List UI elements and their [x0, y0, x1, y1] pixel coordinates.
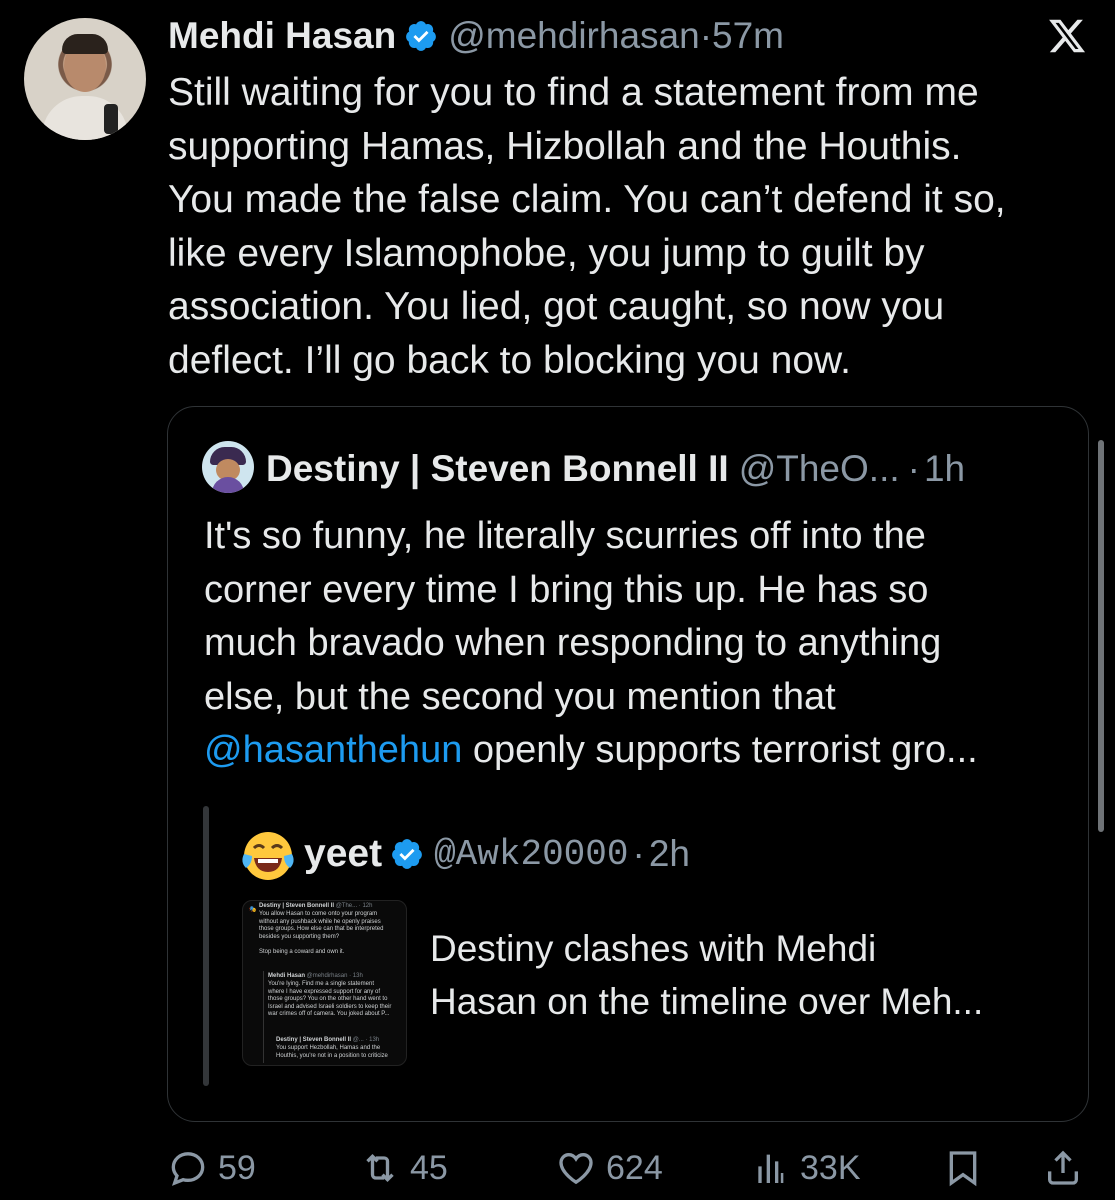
- quoted-tweet-body: It's so funny, he literally scurries off…: [204, 510, 1074, 778]
- nested-author-name: yeet: [304, 832, 383, 875]
- thumb-name-2: Mehdi Hasan: [268, 973, 306, 979]
- thumb-text-1: You allow Hasan to come onto your progra…: [259, 911, 384, 955]
- quoted-body-line: much bravado when responding to anything: [204, 622, 942, 664]
- thumb-name-1: Destiny | Steven Bonnell II: [259, 903, 335, 909]
- repost-icon: [366, 1153, 394, 1183]
- scrollbar[interactable]: [1098, 440, 1104, 832]
- quoted-author-avatar: [202, 441, 254, 493]
- repost-button[interactable]: 45: [360, 1140, 448, 1196]
- thumb-meta-1: @The... · 12h: [334, 903, 373, 909]
- thumb-text-3: You support Hezbollah, Hamas and the Hou…: [276, 1045, 388, 1059]
- tweet-body-line: supporting Hamas, Hizbollah and the Hout…: [168, 124, 962, 168]
- action-bar: 59 45 624 33K: [168, 1140, 1088, 1196]
- quoted-body-line: @hasanthehun openly supports terrorist g…: [204, 724, 1074, 778]
- quoted-body-line: It's so funny, he literally scurries off…: [204, 515, 926, 557]
- dot-separator: ·: [699, 15, 713, 56]
- nested-author-handle: @Awk20000: [434, 833, 629, 875]
- author-handle[interactable]: @mehdirhasan: [448, 15, 699, 57]
- like-button[interactable]: 624: [556, 1140, 663, 1196]
- link-card-title[interactable]: Destiny clashes with Mehdi Hasan on the …: [430, 922, 1070, 1028]
- views-icon: [758, 1154, 784, 1183]
- bookmark-button[interactable]: [943, 1140, 983, 1196]
- quoted-tweet-time: 1h: [923, 448, 966, 489]
- verified-badge-icon: [392, 839, 422, 869]
- author-name[interactable]: Mehdi Hasan: [168, 15, 396, 57]
- thumb-meta-3: @... · 13h: [351, 1037, 380, 1043]
- quoted-body-line: else, but the second you mention that: [204, 675, 836, 718]
- thumb-line2: Mehdi Hasan @mehdirhasan · 13h: [268, 973, 363, 981]
- mention-link[interactable]: @hasanthehun: [204, 729, 462, 771]
- card-title-line: Destiny clashes with Mehdi: [430, 928, 877, 969]
- nested-tweet-time: 2h: [648, 833, 690, 874]
- reply-button[interactable]: 59: [168, 1140, 256, 1196]
- thumb-text-2: You're lying. Find me a single statement…: [268, 981, 392, 1018]
- verified-badge-icon: [406, 21, 437, 51]
- thumb-line3: Destiny | Steven Bonnell II @... · 13h: [276, 1037, 379, 1045]
- link-card-thumbnail[interactable]: 🎭 Destiny | Steven Bonnell II @The... · …: [242, 900, 407, 1066]
- views-button[interactable]: 33K: [750, 1140, 861, 1196]
- x-logo-icon: [1049, 19, 1086, 53]
- heart-icon: [559, 1152, 593, 1185]
- thumb-avatar: 🎭: [249, 907, 257, 913]
- thumb-inner-quote: Mehdi Hasan @mehdirhasan · 13h You're ly…: [263, 971, 404, 1063]
- dot-separator: ·: [632, 833, 645, 874]
- author-avatar[interactable]: [24, 18, 146, 140]
- tweet-body-line: Still waiting for you to find a statemen…: [168, 71, 979, 114]
- tweet-time[interactable]: 57m: [712, 15, 784, 57]
- quoted-body-line: corner every time I bring this up. He ha…: [204, 568, 929, 611]
- quoted-tweet-header: Destiny | Steven Bonnell II @TheO... · 1…: [266, 446, 965, 492]
- thumb-meta-2: @mehdirhasan · 13h: [305, 973, 363, 979]
- tweet-body-line: deflect. I’ll go back to blocking you no…: [168, 338, 851, 382]
- thumb-name-3: Destiny | Steven Bonnell II: [276, 1037, 352, 1043]
- bookmark-icon: [949, 1151, 977, 1187]
- tears-of-joy-emoji-icon: [242, 832, 294, 880]
- like-count: 624: [606, 1148, 663, 1187]
- quoted-author-handle: @TheO...: [738, 448, 900, 489]
- views-count: 33K: [800, 1148, 861, 1187]
- reply-count: 59: [218, 1148, 256, 1187]
- tweet-body-line: association. You lied, got caught, so no…: [168, 285, 945, 328]
- tweet-body: Still waiting for you to find a statemen…: [168, 66, 1088, 387]
- card-title-line: Hasan on the timeline over Meh...: [430, 981, 984, 1022]
- dot-separator: ·: [907, 448, 920, 489]
- thumb-line1: Destiny | Steven Bonnell II @The... · 12…: [259, 903, 372, 911]
- share-button[interactable]: [1043, 1140, 1083, 1196]
- nested-quote-bar: [203, 806, 209, 1086]
- tweet-header: Mehdi Hasan @mehdirhasan · 57m: [168, 14, 784, 58]
- reply-icon: [171, 1152, 205, 1186]
- quoted-author-name: Destiny | Steven Bonnell II: [266, 448, 729, 489]
- tweet-body-line: like every Islamophobe, you jump to guil…: [168, 231, 925, 275]
- quoted-body-rest: openly supports terrorist gro...: [462, 729, 978, 771]
- nested-tweet-header: yeet @Awk20000 · 2h: [304, 828, 690, 880]
- tweet-body-line: You made the false claim. You can’t defe…: [168, 178, 1006, 221]
- share-icon: [1048, 1150, 1078, 1185]
- repost-count: 45: [410, 1148, 448, 1187]
